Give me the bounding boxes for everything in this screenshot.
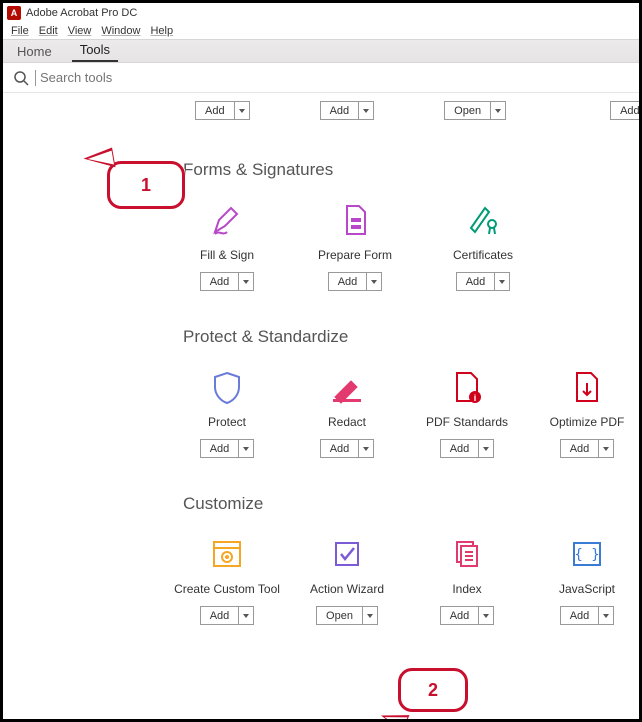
chevron-down-icon[interactable] xyxy=(367,273,381,290)
add-button[interactable]: Add xyxy=(200,606,255,625)
tool-prepare-form[interactable]: Prepare Form Add xyxy=(311,202,399,291)
tool-label: Prepare Form xyxy=(318,248,392,262)
menu-bar: File Edit View Window Help xyxy=(3,23,639,39)
svg-text:{ }: { } xyxy=(574,547,599,563)
search-icon xyxy=(13,70,29,86)
annotation-number: 2 xyxy=(428,680,438,701)
annotation-callout-2: 2 xyxy=(398,668,468,712)
tool-optimize-pdf[interactable]: Optimize PDF Add xyxy=(543,369,631,458)
gear-window-icon xyxy=(209,536,245,572)
add-button[interactable]: Add xyxy=(320,439,375,458)
open-button[interactable]: Open xyxy=(316,606,378,625)
chevron-down-icon[interactable] xyxy=(599,607,613,624)
svg-text:i: i xyxy=(474,393,477,403)
top-button-row: Add Add Open Add xyxy=(3,101,639,120)
tool-fill-sign[interactable]: Fill & Sign Add xyxy=(183,202,271,291)
add-button[interactable]: Add xyxy=(200,439,255,458)
tool-certificates[interactable]: Certificates Add xyxy=(439,202,527,291)
menu-window[interactable]: Window xyxy=(97,25,144,37)
annotation-number: 1 xyxy=(141,175,151,196)
braces-icon: { } xyxy=(569,536,605,572)
chevron-down-icon[interactable] xyxy=(359,440,373,457)
chevron-down-icon[interactable] xyxy=(239,440,253,457)
tool-redact[interactable]: Redact Add xyxy=(303,369,391,458)
section-title: Forms & Signatures xyxy=(183,160,639,180)
checkbox-icon xyxy=(329,536,365,572)
add-button[interactable]: Add xyxy=(200,272,255,291)
add-button[interactable]: Add xyxy=(560,439,615,458)
document-stack-icon xyxy=(449,536,485,572)
tool-label: Protect xyxy=(208,415,246,429)
top-add-button-2[interactable]: Add xyxy=(320,101,375,120)
tool-label: Optimize PDF xyxy=(550,415,625,429)
search-row xyxy=(3,63,639,93)
chevron-down-icon[interactable] xyxy=(239,607,253,624)
search-input[interactable] xyxy=(38,69,238,86)
chevron-down-icon[interactable] xyxy=(491,102,505,119)
annotation-callout-1: 1 xyxy=(107,161,185,209)
nav-home[interactable]: Home xyxy=(9,40,60,62)
section-protect-standardize: Protect & Standardize Protect Add Redact… xyxy=(3,327,639,458)
section-title: Customize xyxy=(183,494,639,514)
shield-icon xyxy=(209,369,245,405)
add-button[interactable]: Add xyxy=(440,606,495,625)
chevron-down-icon[interactable] xyxy=(359,102,373,119)
tool-javascript[interactable]: { } JavaScript Add xyxy=(543,536,631,625)
tool-action-wizard[interactable]: Action Wizard Open xyxy=(303,536,391,625)
chevron-down-icon[interactable] xyxy=(235,102,249,119)
chevron-down-icon[interactable] xyxy=(599,440,613,457)
top-open-button[interactable]: Open xyxy=(444,101,506,120)
menu-view[interactable]: View xyxy=(64,25,96,37)
tool-label: JavaScript xyxy=(559,582,615,596)
add-button[interactable]: Add xyxy=(456,272,511,291)
title-bar: A Adobe Acrobat Pro DC xyxy=(3,3,639,23)
text-cursor xyxy=(35,70,36,86)
app-icon: A xyxy=(7,6,21,20)
tool-label: Action Wizard xyxy=(310,582,384,596)
menu-help[interactable]: Help xyxy=(146,25,177,37)
chevron-down-icon[interactable] xyxy=(239,273,253,290)
chevron-down-icon[interactable] xyxy=(479,607,493,624)
chevron-down-icon[interactable] xyxy=(479,440,493,457)
pdf-arrow-down-icon xyxy=(569,369,605,405)
tool-create-custom[interactable]: Create Custom Tool Add xyxy=(183,536,271,625)
tool-label: PDF Standards xyxy=(426,415,508,429)
tool-label: Certificates xyxy=(453,248,513,262)
tool-label: Index xyxy=(452,582,481,596)
tool-index[interactable]: Index Add xyxy=(423,536,511,625)
top-add-button-1[interactable]: Add xyxy=(195,101,250,120)
app-title: Adobe Acrobat Pro DC xyxy=(26,7,137,19)
section-title: Protect & Standardize xyxy=(183,327,639,347)
add-button[interactable]: Add xyxy=(440,439,495,458)
content-area: 1 Add Add Open Add Forms & Signatures Fi… xyxy=(3,93,639,719)
tool-label: Fill & Sign xyxy=(200,248,254,262)
tool-label: Create Custom Tool xyxy=(174,582,280,596)
tool-protect[interactable]: Protect Add xyxy=(183,369,271,458)
form-page-icon xyxy=(337,202,373,238)
tool-label: Redact xyxy=(328,415,366,429)
menu-file[interactable]: File xyxy=(7,25,33,37)
tool-pdf-standards[interactable]: i PDF Standards Add xyxy=(423,369,511,458)
menu-edit[interactable]: Edit xyxy=(35,25,62,37)
nav-bar: Home Tools xyxy=(3,39,639,63)
top-add-button-3[interactable]: Add xyxy=(610,101,639,120)
chevron-down-icon[interactable] xyxy=(363,607,377,624)
section-forms-signatures: Forms & Signatures Fill & Sign Add Prepa… xyxy=(3,160,639,291)
redact-marker-icon xyxy=(329,369,365,405)
certificate-ribbon-icon xyxy=(465,202,501,238)
chevron-down-icon[interactable] xyxy=(495,273,509,290)
add-button[interactable]: Add xyxy=(560,606,615,625)
nav-tools[interactable]: Tools xyxy=(72,38,118,62)
add-button[interactable]: Add xyxy=(328,272,383,291)
section-customize: Customize Create Custom Tool Add Action … xyxy=(3,494,639,625)
pdf-info-icon: i xyxy=(449,369,485,405)
pen-sign-icon xyxy=(209,202,245,238)
